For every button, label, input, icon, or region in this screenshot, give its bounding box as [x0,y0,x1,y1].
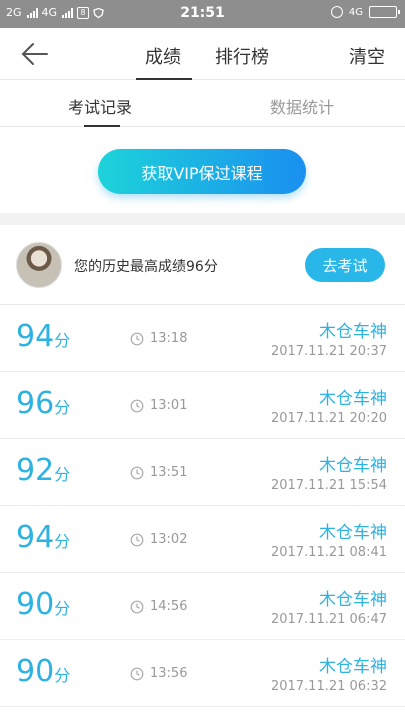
user-name: 木仓车神 [319,389,387,409]
clock-icon [130,466,144,479]
status-right: 4G [330,6,400,18]
user-name: 木仓车神 [319,456,387,476]
take-exam-button[interactable]: 去考试 [305,248,385,282]
exam-record-list: 94分 13:18 木仓车神 2017.11.21 20:37 96分 13:01 木仓车神… [0,305,405,707]
score-value: 90 [16,654,55,689]
record-date: 2017.11.21 20:37 [270,344,387,359]
user-name: 木仓车神 [319,523,387,543]
list-item[interactable]: 90分 14:56 木仓车神 2017.11.21 06:47 [0,573,405,640]
list-item[interactable]: 90分 13:56 木仓车神 2017.11.21 06:32 [0,640,405,707]
record-date: 2017.11.21 20:20 [270,411,387,426]
score-unit: 分 [54,398,71,417]
clear-button[interactable]: 清空 [349,43,385,69]
duration: 13:18 [130,331,187,346]
score-unit: 分 [54,331,71,350]
score-unit: 分 [54,465,71,484]
status-bar: 2G 4G 8 21:51 4G [0,0,405,28]
score: 94分 [16,520,70,555]
duration-value: 13:18 [150,331,188,346]
record-date: 2017.11.21 06:47 [270,612,387,627]
clock-icon [130,667,144,680]
duration: 13:01 [130,398,187,413]
battery-icon [369,6,400,18]
score: 92分 [16,453,70,488]
tab-ranking[interactable]: 排行榜 [215,43,269,69]
record-date: 2017.11.21 08:41 [270,545,387,560]
subtab-statistics[interactable]: 数据统计 [270,94,334,118]
score-unit: 分 [54,666,71,685]
best-score-panel: 您的历史最高成绩96分 去考试 [0,225,405,305]
duration: 13:56 [130,666,187,681]
vip-course-button[interactable]: 获取VIP保过课程 [98,149,306,194]
record-date: 2017.11.21 15:54 [270,478,387,493]
clock-icon [130,399,144,412]
list-item[interactable]: 94分 13:18 木仓车神 2017.11.21 20:37 [0,305,405,372]
alarm-icon [330,6,343,18]
tab-scores[interactable]: 成绩 [145,43,181,69]
list-item[interactable]: 96分 13:01 木仓车神 2017.11.21 20:20 [0,372,405,439]
user-name: 木仓车神 [319,322,387,342]
vip-section: 获取VIP保过课程 [0,127,405,213]
record-date: 2017.11.21 06:32 [270,679,387,694]
clock-icon [130,332,144,345]
duration-value: 13:02 [150,532,188,547]
score: 96分 [16,386,70,421]
score-value: 94 [16,520,55,555]
section-divider [0,213,405,225]
clock-icon [130,600,144,613]
avatar [16,242,62,288]
score: 90分 [16,587,70,622]
list-item[interactable]: 92分 13:51 木仓车神 2017.11.21 15:54 [0,439,405,506]
sub-tabs: 考试记录 数据统计 [0,80,405,127]
score-unit: 分 [54,599,71,618]
list-item[interactable]: 94分 13:02 木仓车神 2017.11.21 08:41 [0,506,405,573]
score-unit: 分 [54,532,71,551]
best-score-text: 您的历史最高成绩96分 [74,259,218,275]
score-value: 90 [16,587,55,622]
duration-value: 14:56 [150,599,188,614]
duration-value: 13:51 [150,465,188,480]
clock-icon [130,533,144,546]
duration-value: 13:01 [150,398,188,413]
score-value: 96 [16,386,55,421]
score: 94分 [16,319,70,354]
score: 90分 [16,654,70,689]
arrow-left-icon[interactable] [20,40,50,68]
duration: 13:02 [130,532,187,547]
score-value: 94 [16,319,55,354]
network-4g-right-label: 4G [348,6,363,18]
duration: 13:51 [130,465,187,480]
user-name: 木仓车神 [319,590,387,610]
duration: 14:56 [130,599,187,614]
score-value: 92 [16,453,55,488]
user-name: 木仓车神 [319,657,387,677]
duration-value: 13:56 [150,666,188,681]
top-nav: 成绩 排行榜 清空 [0,28,405,80]
subtab-exam-records[interactable]: 考试记录 [68,94,132,118]
